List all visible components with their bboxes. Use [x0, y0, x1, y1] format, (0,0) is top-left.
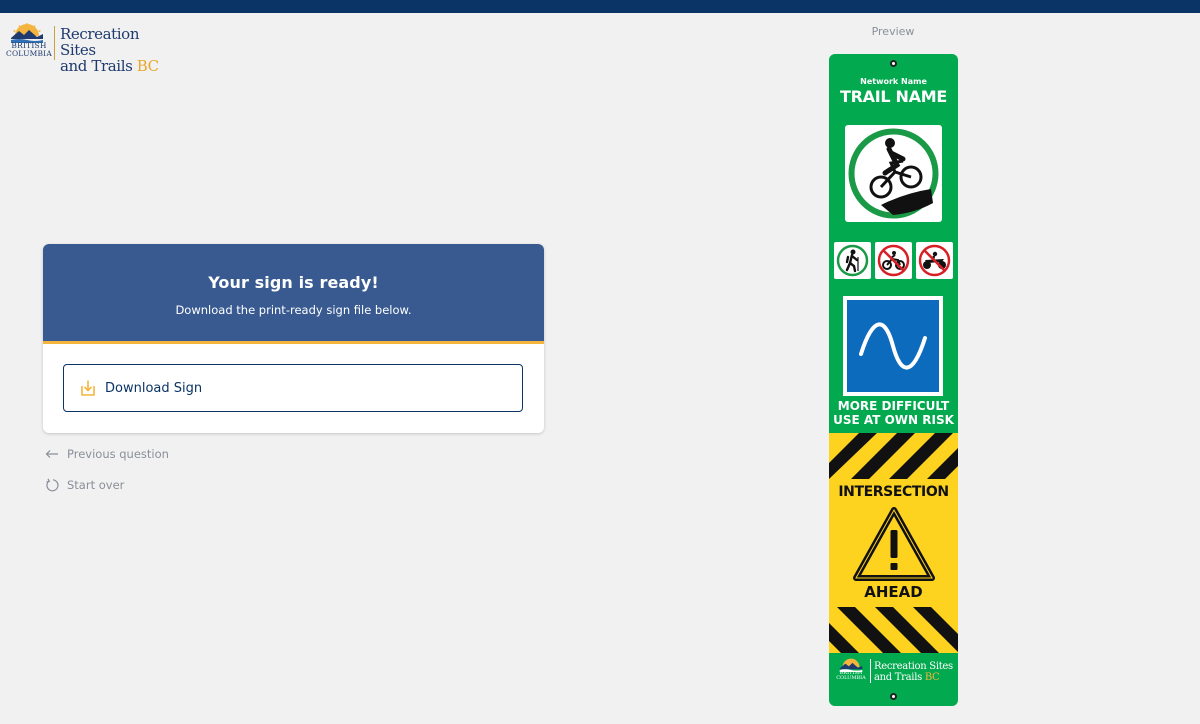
- download-sign-button[interactable]: Download Sign: [63, 364, 523, 412]
- logo-divider: [54, 26, 55, 60]
- result-card: Your sign is ready! Download the print-r…: [43, 244, 544, 433]
- start-over-link[interactable]: Start over: [44, 477, 124, 493]
- result-card-header: Your sign is ready! Download the print-r…: [43, 244, 544, 344]
- footer-site-title: Recreation Sites and Trails BC: [874, 661, 953, 683]
- mountain-bike-icon: [848, 128, 939, 219]
- hiker-icon: [836, 244, 869, 277]
- arrow-left-icon: [44, 446, 60, 462]
- province-wordmark: BRITISH COLUMBIA: [6, 41, 52, 58]
- previous-question-label: Previous question: [67, 447, 169, 461]
- site-title: Recreation Sites and Trails BC: [60, 25, 159, 75]
- dirt-bike-prohibited: [875, 242, 912, 279]
- difficulty-panel: [843, 296, 943, 396]
- network-name: Network Name: [860, 77, 927, 86]
- restart-icon: [44, 477, 60, 493]
- warning-title: INTERSECTION: [838, 484, 949, 500]
- previous-question-link[interactable]: Previous question: [44, 446, 169, 462]
- download-sign-label: Download Sign: [105, 380, 203, 396]
- footer-logo-divider: [870, 659, 871, 683]
- mounting-hole-top: [890, 60, 897, 67]
- dirt-bike-icon: [877, 244, 910, 277]
- mounting-hole-bottom: [890, 693, 897, 700]
- difficulty-text: MORE DIFFICULT USE AT OWN RISK: [833, 399, 954, 427]
- warning-panel: INTERSECTION AHEAD: [829, 433, 958, 653]
- start-over-label: Start over: [67, 478, 125, 492]
- sign-preview: Network Name TRAIL NAME MORE DIFFICULT U…: [829, 54, 958, 706]
- primary-activity-panel: [845, 125, 942, 222]
- warning-triangle-icon: [853, 507, 935, 581]
- result-heading: Your sign is ready!: [208, 273, 379, 292]
- hazard-stripes-top: [829, 433, 958, 479]
- more-difficult-icon: [847, 300, 939, 392]
- sign-footer-logo: BRITISH COLUMBIA Recreation Sites and Tr…: [829, 653, 958, 688]
- activity-icon-row: [834, 242, 953, 279]
- download-icon: [80, 379, 96, 397]
- footer-province-wordmark: BRITISH COLUMBIA: [836, 670, 866, 681]
- atv-prohibited: [916, 242, 953, 279]
- top-bar: [0, 0, 1200, 13]
- result-subheading: Download the print-ready sign file below…: [175, 303, 412, 317]
- trail-name: TRAIL NAME: [840, 87, 947, 106]
- hiker-allowed: [834, 242, 871, 279]
- hazard-stripes-bottom: [829, 607, 958, 653]
- brand-logo[interactable]: BRITISH COLUMBIA Recreation Sites and Tr…: [6, 22, 176, 74]
- atv-icon: [918, 244, 951, 277]
- warning-subtitle: AHEAD: [864, 583, 923, 601]
- preview-label: Preview: [871, 25, 915, 38]
